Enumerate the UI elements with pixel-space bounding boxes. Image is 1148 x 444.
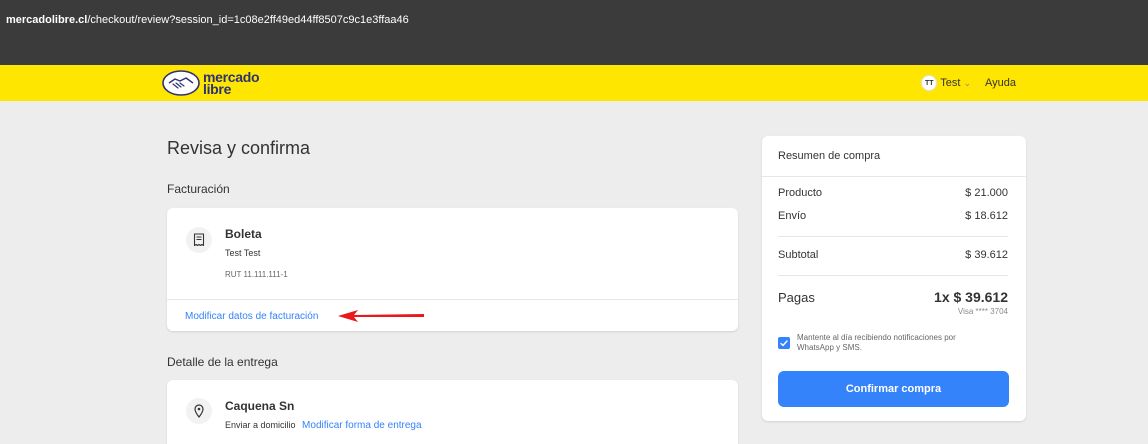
delivery-method: Enviar a domicilio — [225, 420, 296, 430]
billing-divider — [167, 299, 738, 300]
summary-title: Resumen de compra — [778, 150, 881, 162]
product-row: Producto $ 21.000 — [778, 187, 1008, 199]
summary-divider-2 — [778, 275, 1008, 276]
location-pin-icon — [194, 404, 204, 418]
payment-card-info: Visa **** 3704 — [957, 307, 1008, 316]
pay-label: Pagas — [778, 289, 815, 305]
product-label: Producto — [778, 187, 823, 199]
browser-bar: mercadolibre.cl/checkout/review?session_… — [0, 0, 1148, 65]
confirm-purchase-button[interactable]: Confirmar compra — [778, 371, 1009, 407]
delivery-address: Caquena Sn — [225, 399, 295, 413]
pay-value: 1x $ 39.612 — [934, 289, 1008, 305]
subtotal-label: Subtotal — [778, 249, 819, 261]
billing-section-title: Facturación — [167, 182, 230, 196]
location-icon-wrap — [186, 398, 212, 424]
user-area: TT Test ⌄ Ayuda — [921, 75, 1016, 91]
pay-row: Pagas 1x $ 39.612 — [778, 289, 1008, 305]
notify-text: Mantente al día recibiendo notificacione… — [797, 333, 956, 352]
purchase-summary: Resumen de compra Producto $ 21.000 Enví… — [762, 136, 1026, 421]
shipping-label: Envío — [778, 210, 807, 222]
notify-checkbox[interactable] — [778, 337, 790, 349]
billing-name: Test Test — [225, 248, 261, 258]
subtotal-row: Subtotal $ 39.612 — [778, 249, 1008, 261]
shipping-row: Envío $ 18.612 — [778, 210, 1008, 222]
edit-delivery-link[interactable]: Modificar forma de entrega — [302, 420, 422, 431]
billing-rut: RUT 11.111.111-1 — [225, 270, 288, 279]
edit-billing-link[interactable]: Modificar datos de facturación — [185, 311, 318, 322]
summary-title-divider — [762, 176, 1026, 177]
billing-card: Boleta Test Test RUT 11.111.111-1 Modifi… — [167, 208, 738, 331]
avatar[interactable]: TT — [921, 75, 938, 91]
user-menu[interactable]: Test — [940, 77, 960, 89]
red-arrow-annotation — [338, 310, 424, 322]
notify-option: Mantente al día recibiendo notificacione… — [778, 333, 987, 353]
delivery-method-row: Enviar a domicilio Modificar forma de en… — [225, 420, 422, 431]
logo-wordmark: mercado libre — [203, 70, 260, 96]
delivery-card: Caquena Sn Enviar a domicilio Modificar … — [167, 380, 738, 444]
url-host: mercadolibre.cl — [6, 14, 88, 26]
shipping-value: $ 18.612 — [965, 210, 1008, 222]
handshake-logo-icon — [162, 70, 200, 96]
url-path: /checkout/review?session_id=1c08e2ff49ed… — [87, 14, 409, 26]
delivery-section-title: Detalle de la entrega — [167, 355, 278, 369]
check-icon — [780, 339, 788, 346]
receipt-icon — [193, 233, 205, 247]
chevron-down-icon[interactable]: ⌄ — [963, 78, 971, 89]
help-link[interactable]: Ayuda — [985, 77, 1016, 89]
product-value: $ 21.000 — [965, 187, 1008, 199]
receipt-icon-wrap — [186, 227, 212, 253]
site-header: mercado libre TT Test ⌄ Ayuda — [0, 65, 1148, 101]
mercadolibre-logo[interactable]: mercado libre — [162, 70, 260, 96]
page-title: Revisa y confirma — [167, 138, 311, 158]
summary-divider-1 — [778, 236, 1008, 237]
address-bar[interactable]: mercadolibre.cl/checkout/review?session_… — [6, 14, 409, 26]
billing-doc-type: Boleta — [225, 227, 262, 241]
subtotal-value: $ 39.612 — [965, 249, 1008, 261]
